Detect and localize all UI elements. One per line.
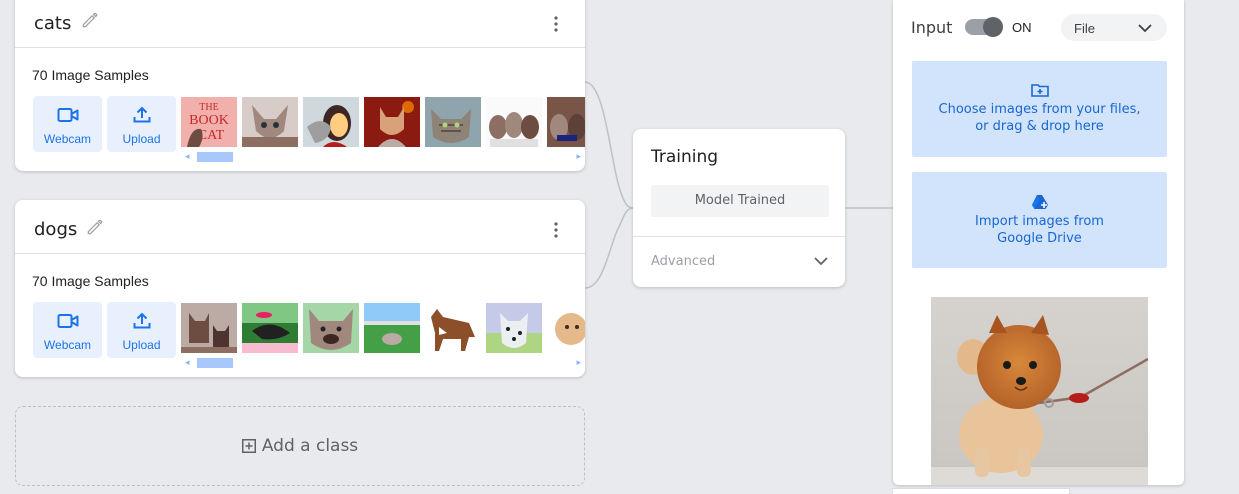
thumbnail-scrollbar[interactable]: ◂ ▸ (181, 356, 585, 368)
pencil-icon[interactable] (80, 10, 100, 30)
class-card-cats: cats 70 Image Samples Webcam Upload THE B… (15, 0, 585, 171)
scroll-left-icon[interactable]: ◂ (185, 357, 190, 368)
upload-button[interactable]: Upload (107, 96, 176, 152)
divider (633, 236, 845, 237)
webcam-label: Webcam (43, 132, 92, 146)
drive-line2: Google Drive (997, 231, 1082, 246)
input-label: Input (911, 18, 953, 37)
input-toggle[interactable] (965, 17, 1003, 37)
advanced-toggle-label[interactable]: Advanced (651, 254, 715, 269)
scroll-left-icon[interactable]: ◂ (185, 151, 190, 162)
thumbnail-dalmatian[interactable] (486, 303, 542, 353)
upload-icon (133, 312, 150, 329)
upload-icon (133, 106, 150, 123)
card-header: dogs (15, 200, 585, 254)
thumbnail-strip[interactable]: THE BOOK CAT (181, 97, 585, 147)
sample-count: 70 Image Samples (32, 273, 149, 289)
choose-files-line1: Choose images from your files, (938, 102, 1141, 117)
thumbnail-cat-red-bg[interactable] (364, 97, 420, 147)
class-card-dogs: dogs 70 Image Samples Webcam Upload ◂ ▸ (15, 200, 585, 377)
add-class-label: Add a class (261, 436, 359, 456)
choose-files-dropzone[interactable]: Choose images from your files, or drag &… (912, 61, 1167, 157)
videocam-icon (57, 314, 78, 328)
thumbnail-cats-partial[interactable] (547, 97, 585, 147)
training-card: Training Model Trained Advanced (633, 129, 845, 287)
svg-text:THE: THE (199, 102, 218, 113)
thumbnail-dog-on-field[interactable] (364, 303, 420, 353)
preview-image (931, 297, 1148, 485)
source-select[interactable]: File (1061, 14, 1167, 41)
add-class-button[interactable]: Add a class (15, 406, 585, 486)
upload-label: Upload (122, 132, 161, 146)
drive-line1: Import images from (975, 214, 1104, 229)
thumbnail-woman-with-cat[interactable] (303, 97, 359, 147)
chevron-down-icon (1138, 24, 1152, 33)
scroll-thumb[interactable] (197, 358, 233, 368)
choose-files-line2: or drag & drop here (975, 119, 1104, 134)
upload-button[interactable]: Upload (107, 302, 176, 358)
thumbnail-sphynx-cat[interactable] (242, 97, 298, 147)
thumbnail-tabby-cat[interactable] (425, 97, 481, 147)
add-box-icon (241, 439, 256, 453)
folder-add-icon (1030, 84, 1049, 97)
thumbnail-scrollbar[interactable]: ◂ ▸ (181, 150, 585, 162)
source-select-value: File (1074, 21, 1095, 36)
more-vert-icon[interactable] (549, 14, 563, 34)
google-drive-icon (1031, 195, 1048, 209)
pomeranian-image (931, 297, 1148, 485)
thumbnail-fluffy-dog-partial[interactable] (547, 303, 585, 353)
webcam-label: Webcam (43, 338, 92, 352)
chevron-down-icon[interactable] (813, 254, 829, 268)
training-title: Training (651, 147, 719, 167)
preview-panel: Input ON File Choose images from your fi… (893, 0, 1184, 485)
add-class-content: Add a class (16, 436, 584, 456)
thumbnail-kittens[interactable] (486, 97, 542, 147)
sample-count: 70 Image Samples (32, 67, 149, 83)
pencil-icon[interactable] (85, 217, 105, 237)
card-header: cats (15, 0, 585, 48)
thumbnail-german-shepherds[interactable] (181, 303, 237, 353)
class-name[interactable]: dogs (34, 219, 77, 240)
webcam-button[interactable]: Webcam (33, 302, 102, 358)
scroll-right-icon[interactable]: ▸ (576, 357, 581, 368)
toggle-state-label: ON (1012, 20, 1032, 35)
bottom-panel-tab (892, 488, 1070, 494)
thumbnail-dog-frisbee[interactable] (242, 303, 298, 353)
thumbnail-strip[interactable] (181, 303, 585, 353)
videocam-icon (57, 108, 78, 122)
thumbnail-dog-closeup[interactable] (303, 303, 359, 353)
train-model-button[interactable]: Model Trained (651, 185, 829, 217)
webcam-button[interactable]: Webcam (33, 96, 102, 152)
scroll-thumb[interactable] (197, 152, 233, 162)
google-drive-import[interactable]: Import images from Google Drive (912, 172, 1167, 268)
upload-label: Upload (122, 338, 161, 352)
scroll-right-icon[interactable]: ▸ (576, 151, 581, 162)
thumbnail-brown-dog[interactable] (425, 303, 481, 353)
svg-text:BOOK: BOOK (189, 113, 229, 128)
toggle-knob (983, 17, 1003, 37)
more-vert-icon[interactable] (549, 220, 563, 240)
class-name[interactable]: cats (34, 13, 71, 34)
thumbnail-book-cat[interactable]: THEBOOKCAT (181, 97, 237, 147)
